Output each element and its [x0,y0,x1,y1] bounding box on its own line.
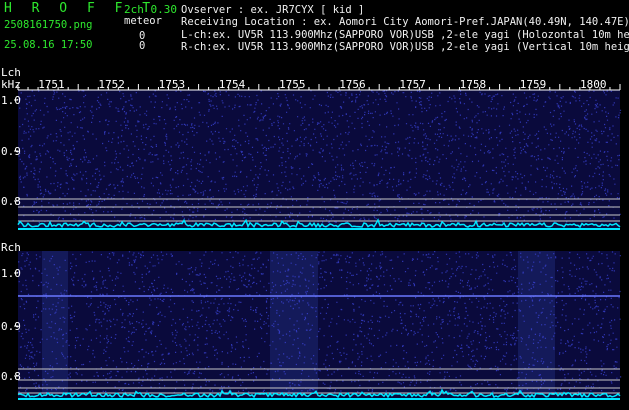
time-label: 1759 [520,78,547,91]
khz-unit-label: kHz [1,78,21,91]
time-label: 1756 [339,78,366,91]
rch-spectrogram [18,251,622,398]
spectrogram-display: 1751 1752 1753 1754 1755 1756 1757 1758 1759 1800… [1,66,622,400]
time-axis: 1751 1752 1753 1754 1755 1756 1757 1758 1759 1800 [17,78,621,91]
rch-activity-band [270,251,318,394]
rch-label: Rch [1,241,21,254]
rch-level-baseline [18,398,620,400]
time-label: 1753 [159,78,186,91]
time-label: 1755 [279,78,306,91]
time-label: 1758 [460,78,487,91]
time-label: 1800 [580,78,607,91]
lch-level-baseline [18,228,620,230]
time-label: 1757 [399,78,426,91]
time-label: 1752 [98,78,125,91]
time-label: 1754 [219,78,246,91]
time-label: 1751 [38,78,64,91]
